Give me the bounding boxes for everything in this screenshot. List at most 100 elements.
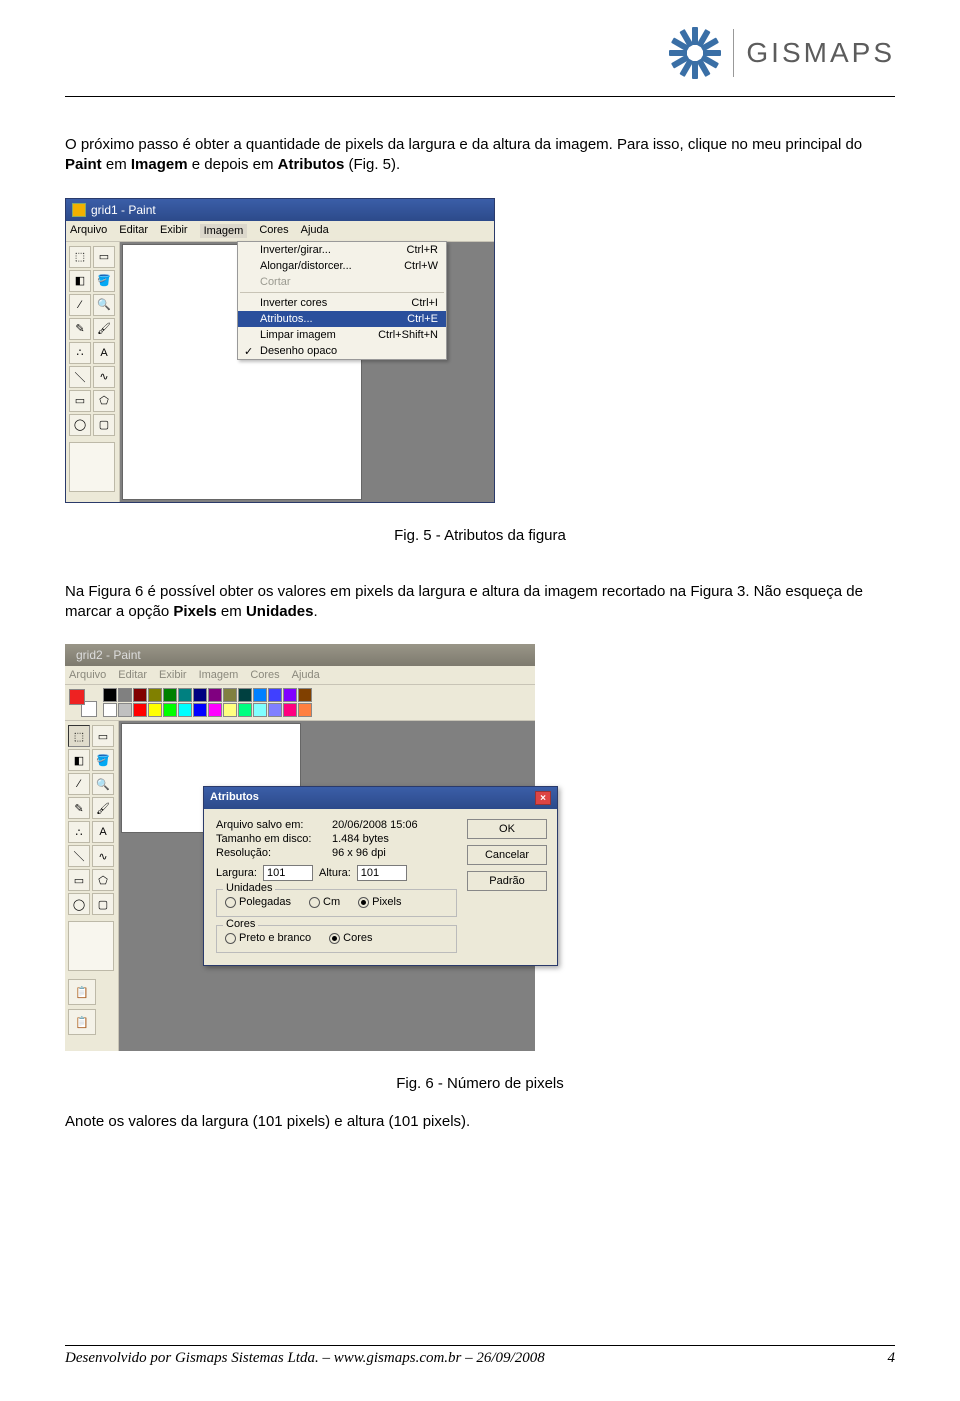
fgbg-swatch[interactable] [69, 689, 97, 717]
zoom-tool-icon[interactable]: 🔍 [93, 294, 115, 316]
text-tool-icon[interactable]: A [93, 342, 115, 364]
menu-item-ajuda[interactable]: Ajuda [292, 669, 320, 681]
height-input[interactable]: 101 [357, 865, 407, 881]
polygon-tool-icon[interactable]: ⬠ [92, 869, 114, 891]
menu-item-cores[interactable]: Cores [259, 224, 288, 238]
extra-tool-1-icon[interactable]: 📋 [68, 979, 96, 1005]
extra-tool-2-icon[interactable]: 📋 [68, 1009, 96, 1035]
pencil-tool-icon[interactable]: ✎ [69, 318, 91, 340]
polygon-tool-icon[interactable]: ⬠ [93, 390, 115, 412]
color-swatch[interactable] [148, 703, 162, 717]
roundrect-tool-icon[interactable]: ▢ [93, 414, 115, 436]
menu-item-editar[interactable]: Editar [118, 669, 147, 681]
roundrect-tool-icon[interactable]: ▢ [92, 893, 114, 915]
menu-atributos[interactable]: Atributos...Ctrl+E [238, 311, 446, 327]
width-label: Largura: [216, 867, 257, 879]
color-swatch[interactable] [103, 703, 117, 717]
color-swatch[interactable] [283, 688, 297, 702]
close-icon[interactable]: × [535, 791, 551, 805]
color-swatch[interactable] [193, 688, 207, 702]
color-swatch[interactable] [223, 688, 237, 702]
rect-select-tool-icon[interactable]: ▭ [93, 246, 115, 268]
menu-item-imagem[interactable]: Imagem [199, 669, 239, 681]
menu-item-imagem[interactable]: Imagem [200, 224, 248, 238]
color-swatch[interactable] [253, 703, 267, 717]
fill-tool-icon[interactable]: 🪣 [93, 270, 115, 292]
eraser-tool-icon[interactable]: ◧ [69, 270, 91, 292]
rect-select-tool-icon[interactable]: ▭ [92, 725, 114, 747]
menu-item-arquivo[interactable]: Arquivo [69, 669, 106, 681]
ellipse-tool-icon[interactable]: ◯ [69, 414, 91, 436]
menu-item-cores[interactable]: Cores [250, 669, 279, 681]
palette-grid[interactable] [103, 688, 312, 717]
menu-inverter-cores[interactable]: Inverter coresCtrl+I [238, 295, 446, 311]
color-palette [65, 685, 535, 721]
color-swatch[interactable] [163, 703, 177, 717]
rect-tool-icon[interactable]: ▭ [69, 390, 91, 412]
color-swatch[interactable] [178, 703, 192, 717]
pencil-tool-icon[interactable]: ✎ [68, 797, 90, 819]
page-footer: Desenvolvido por Gismaps Sistemas Ltda. … [65, 1345, 895, 1367]
ellipse-tool-icon[interactable]: ◯ [68, 893, 90, 915]
default-button[interactable]: Padrão [467, 871, 547, 891]
color-swatch[interactable] [208, 703, 222, 717]
color-swatch[interactable] [253, 688, 267, 702]
picker-tool-icon[interactable]: ⁄ [68, 773, 90, 795]
color-swatch[interactable] [148, 688, 162, 702]
color-swatch[interactable] [298, 703, 312, 717]
color-swatch[interactable] [208, 688, 222, 702]
menu-inverter-girar[interactable]: Inverter/girar...Ctrl+R [238, 242, 446, 258]
color-swatch[interactable] [193, 703, 207, 717]
resolution-value: 96 x 96 dpi [332, 847, 386, 859]
width-input[interactable]: 101 [263, 865, 313, 881]
rect-tool-icon[interactable]: ▭ [68, 869, 90, 891]
color-swatch[interactable] [118, 703, 132, 717]
brush-tool-icon[interactable]: 🖌 [93, 318, 115, 340]
color-swatch[interactable] [268, 688, 282, 702]
color-swatch[interactable] [283, 703, 297, 717]
menu-item-ajuda[interactable]: Ajuda [301, 224, 329, 238]
line-tool-icon[interactable]: ＼ [69, 366, 91, 388]
line-tool-icon[interactable]: ＼ [68, 845, 90, 867]
text-tool-icon[interactable]: A [92, 821, 114, 843]
menu-alongar[interactable]: Alongar/distorcer...Ctrl+W [238, 258, 446, 274]
menubar: Arquivo Editar Exibir Imagem Cores Ajuda [66, 221, 494, 242]
color-swatch[interactable] [133, 688, 147, 702]
curve-tool-icon[interactable]: ∿ [93, 366, 115, 388]
radio-cm[interactable]: Cm [309, 896, 340, 908]
radio-cores[interactable]: Cores [329, 932, 372, 944]
spray-tool-icon[interactable]: ∴ [68, 821, 90, 843]
color-swatch[interactable] [223, 703, 237, 717]
color-swatch[interactable] [238, 703, 252, 717]
menu-item-exibir[interactable]: Exibir [159, 669, 187, 681]
eraser-tool-icon[interactable]: ◧ [68, 749, 90, 771]
brush-tool-icon[interactable]: 🖌 [92, 797, 114, 819]
color-swatch[interactable] [298, 688, 312, 702]
color-swatch[interactable] [103, 688, 117, 702]
color-swatch[interactable] [268, 703, 282, 717]
radio-pixels[interactable]: Pixels [358, 896, 401, 908]
menu-item-arquivo[interactable]: Arquivo [70, 224, 107, 238]
text-bold: Unidades [246, 603, 314, 620]
color-swatch[interactable] [238, 688, 252, 702]
menu-desenho-opaco[interactable]: Desenho opaco [238, 343, 446, 359]
ok-button[interactable]: OK [467, 819, 547, 839]
picker-tool-icon[interactable]: ⁄ [69, 294, 91, 316]
spray-tool-icon[interactable]: ∴ [69, 342, 91, 364]
color-swatch[interactable] [133, 703, 147, 717]
freeform-select-tool-icon[interactable]: ⬚ [68, 725, 90, 747]
menu-item-exibir[interactable]: Exibir [160, 224, 188, 238]
menu-item-editar[interactable]: Editar [119, 224, 148, 238]
freeform-select-tool-icon[interactable]: ⬚ [69, 246, 91, 268]
text: e depois em [188, 156, 278, 173]
zoom-tool-icon[interactable]: 🔍 [92, 773, 114, 795]
color-swatch[interactable] [163, 688, 177, 702]
curve-tool-icon[interactable]: ∿ [92, 845, 114, 867]
fill-tool-icon[interactable]: 🪣 [92, 749, 114, 771]
cancel-button[interactable]: Cancelar [467, 845, 547, 865]
color-swatch[interactable] [118, 688, 132, 702]
color-swatch[interactable] [178, 688, 192, 702]
radio-pb[interactable]: Preto e branco [225, 932, 311, 944]
menu-limpar[interactable]: Limpar imagemCtrl+Shift+N [238, 327, 446, 343]
radio-polegadas[interactable]: Polegadas [225, 896, 291, 908]
